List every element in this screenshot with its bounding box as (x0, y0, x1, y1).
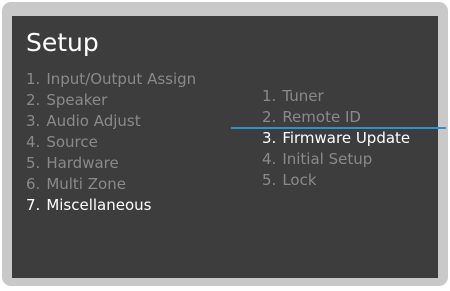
menu-item-label: Input/Output Assign (46, 70, 197, 88)
sub-menu-item-lock[interactable]: 5. Lock (262, 170, 410, 191)
menu-item-label: Firmware Update (282, 129, 411, 147)
menu-item-label: Initial Setup (282, 150, 373, 168)
setup-screen: Setup 1. Input/Output Assign 2. Speaker 3.… (12, 16, 438, 278)
sub-menu-item-remote-id[interactable]: 2. Remote ID (262, 107, 410, 128)
sub-menu-item-firmware-update[interactable]: 3. Firmware Update (262, 128, 410, 149)
menu-item-label: Speaker (46, 91, 108, 109)
page-title: Setup (26, 28, 99, 57)
menu-item-label: Lock (282, 171, 317, 189)
main-menu-item-hardware[interactable]: 5. Hardware (26, 153, 196, 174)
menu-item-label: Multi Zone (46, 175, 126, 193)
sub-menu-item-tuner[interactable]: 1. Tuner (262, 86, 410, 107)
setup-screen-frame: Setup 1. Input/Output Assign 2. Speaker 3.… (2, 2, 448, 286)
main-menu-item-speaker[interactable]: 2. Speaker (26, 90, 196, 111)
menu-item-label: Tuner (282, 87, 324, 105)
main-menu-item-audio-adjust[interactable]: 3. Audio Adjust (26, 111, 196, 132)
main-menu-item-source[interactable]: 4. Source (26, 132, 196, 153)
sub-menu: 1. Tuner 2. Remote ID 3. Firmware Update 4.… (262, 86, 410, 191)
main-menu-item-multi-zone[interactable]: 6. Multi Zone (26, 174, 196, 195)
menu-item-label: Source (46, 133, 98, 151)
sub-menu-item-initial-setup[interactable]: 4. Initial Setup (262, 149, 410, 170)
main-menu-item-input-output-assign[interactable]: 1. Input/Output Assign (26, 69, 196, 90)
main-menu: 1. Input/Output Assign 2. Speaker 3. Audio … (26, 69, 196, 216)
menu-item-label: Miscellaneous (46, 196, 152, 214)
main-menu-item-miscellaneous[interactable]: 7. Miscellaneous (26, 195, 196, 216)
menu-item-label: Remote ID (282, 108, 361, 126)
menu-item-label: Audio Adjust (46, 112, 141, 130)
menu-item-label: Hardware (46, 154, 119, 172)
selection-cursor-line (231, 127, 446, 129)
